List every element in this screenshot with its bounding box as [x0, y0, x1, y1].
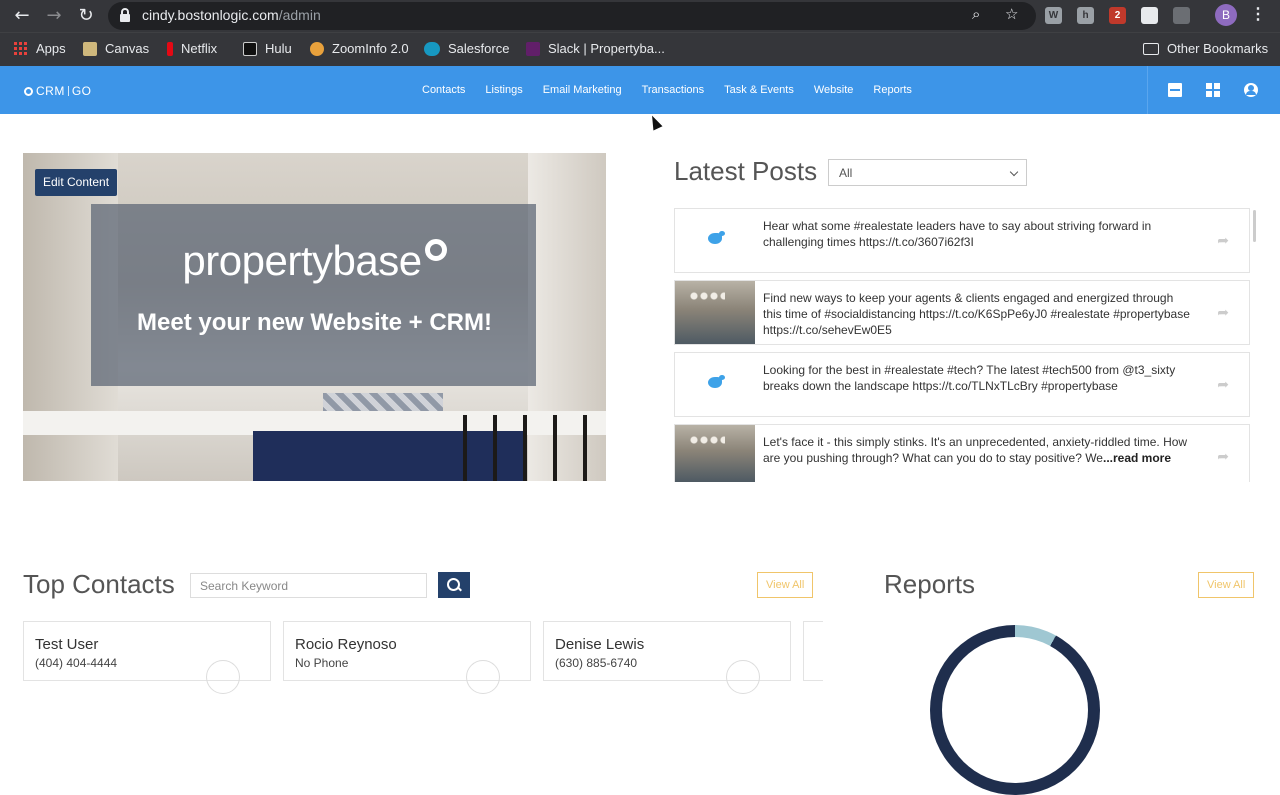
- contact-card[interactable]: Denise Lewis (630) 885-6740: [543, 621, 791, 694]
- extension-puzzle-icon[interactable]: h: [1077, 7, 1094, 24]
- folder-icon: [1143, 42, 1159, 55]
- forward-arrow-icon[interactable]: →: [42, 4, 66, 28]
- reload-icon[interactable]: ↻: [74, 4, 98, 28]
- share-arrow-icon[interactable]: ➦: [1217, 233, 1229, 249]
- latest-posts-title: Latest Posts: [674, 156, 818, 186]
- main-nav: Contacts Listings Email Marketing Transa…: [412, 66, 922, 114]
- search-button[interactable]: [438, 572, 470, 598]
- hero-tagline: Meet your new Website + CRM!: [137, 309, 492, 336]
- extension-notes-icon[interactable]: [1141, 7, 1158, 24]
- twitter-icon: [708, 231, 725, 244]
- app-header: CRM GO Contacts Listings Email Marketing …: [0, 66, 1280, 114]
- zoom-search-icon[interactable]: ⌕: [972, 5, 980, 23]
- bookmark-zoominfo[interactable]: ZoomInfo 2.0: [310, 41, 409, 56]
- share-arrow-icon[interactable]: ➦: [1217, 305, 1229, 321]
- bookmark-hulu[interactable]: Hulu: [243, 41, 292, 56]
- contacts-view-all-button[interactable]: View All: [757, 572, 814, 598]
- reports-view-all-button[interactable]: View All: [1198, 572, 1255, 598]
- bookmark-star-icon[interactable]: ☆: [1005, 5, 1018, 23]
- twitter-icon: [708, 375, 725, 388]
- extension-shield-icon[interactable]: [1173, 7, 1190, 24]
- reports-title: Reports: [884, 569, 976, 599]
- avatar: [726, 660, 760, 694]
- address-bar[interactable]: cindy.bostonlogic.com/admin ⌕ ☆: [108, 2, 1036, 30]
- nav-transactions[interactable]: Transactions: [642, 84, 705, 96]
- hero-overlay: [91, 204, 536, 386]
- extension-ublock-icon[interactable]: 2: [1109, 7, 1126, 24]
- post-item[interactable]: Find new ways to keep your agents & clie…: [674, 280, 1250, 345]
- slack-icon: [526, 41, 540, 56]
- propertybase-mark-icon: [424, 239, 447, 261]
- zoominfo-icon: [310, 41, 324, 56]
- mail-icon[interactable]: [1168, 83, 1182, 97]
- avatar: [466, 660, 500, 694]
- edit-content-button[interactable]: Edit Content: [35, 169, 118, 196]
- posts-scrollbar[interactable]: [1253, 210, 1256, 242]
- avatar: [206, 660, 240, 694]
- bookmark-salesforce[interactable]: Salesforce: [424, 41, 509, 56]
- netflix-icon: [167, 41, 173, 56]
- chevron-down-icon: [1009, 167, 1019, 177]
- profile-avatar[interactable]: B: [1215, 4, 1237, 26]
- nav-website[interactable]: Website: [814, 84, 854, 96]
- nav-contacts[interactable]: Contacts: [422, 84, 465, 96]
- browser-menu-icon[interactable]: ⋮: [1250, 4, 1266, 24]
- url-text: cindy.bostonlogic.com/admin: [142, 7, 321, 23]
- user-account-icon[interactable]: [1244, 83, 1258, 97]
- post-item[interactable]: Looking for the best in #realestate #tec…: [674, 352, 1250, 417]
- nav-email-marketing[interactable]: Email Marketing: [543, 84, 622, 96]
- posts-filter-select[interactable]: All: [828, 159, 1027, 186]
- bookmark-netflix[interactable]: Netflix: [167, 41, 217, 56]
- browser-toolbar: ← → ↻ cindy.bostonlogic.com/admin ⌕ ☆ W …: [0, 0, 1280, 32]
- salesforce-icon: [424, 41, 440, 56]
- reports-donut-chart[interactable]: [930, 625, 1100, 795]
- nav-task-events[interactable]: Task & Events: [724, 84, 794, 96]
- contact-card-partial[interactable]: [803, 621, 823, 681]
- contact-card[interactable]: Rocio Reynoso No Phone: [283, 621, 531, 694]
- hulu-icon: [243, 41, 257, 56]
- contact-search-input[interactable]: [190, 573, 427, 598]
- bookmark-canvas[interactable]: Canvas: [83, 41, 149, 56]
- share-arrow-icon[interactable]: ➦: [1217, 449, 1229, 465]
- read-more-link[interactable]: ...read more: [1103, 451, 1171, 465]
- bookmark-slack[interactable]: Slack | Propertyba...: [526, 41, 665, 56]
- bookmarks-bar: Apps Canvas Netflix Hulu ZoomInfo 2.0 Sa…: [0, 32, 1280, 66]
- propertybase-logo: propertybase: [23, 237, 606, 285]
- post-item[interactable]: Let's face it - this simply stinks. It's…: [674, 424, 1250, 482]
- other-bookmarks[interactable]: Other Bookmarks: [1143, 41, 1268, 56]
- post-item[interactable]: Hear what some #realestate leaders have …: [674, 208, 1250, 273]
- share-arrow-icon[interactable]: ➦: [1217, 377, 1229, 393]
- nav-reports[interactable]: Reports: [873, 84, 912, 96]
- lock-icon: [120, 8, 130, 22]
- canvas-icon: [83, 41, 97, 56]
- top-contacts-title: Top Contacts: [23, 569, 175, 599]
- header-actions: [1147, 66, 1280, 114]
- logo-ring-icon: [24, 86, 33, 96]
- post-photo: [675, 425, 755, 482]
- mouse-cursor: [647, 113, 663, 131]
- back-arrow-icon[interactable]: ←: [10, 4, 34, 28]
- nav-listings[interactable]: Listings: [485, 84, 522, 96]
- apps-icon: [14, 42, 27, 55]
- dashboard-grid-icon[interactable]: [1206, 83, 1220, 97]
- extension-w-icon[interactable]: W: [1045, 7, 1062, 24]
- hero-banner: propertybase Meet your new Website + CRM…: [23, 153, 606, 481]
- contact-card[interactable]: Test User (404) 404-4444: [23, 621, 271, 694]
- bookmark-apps[interactable]: Apps: [14, 41, 66, 56]
- post-photo: [675, 281, 755, 344]
- crm-go-logo[interactable]: CRM GO: [24, 84, 92, 98]
